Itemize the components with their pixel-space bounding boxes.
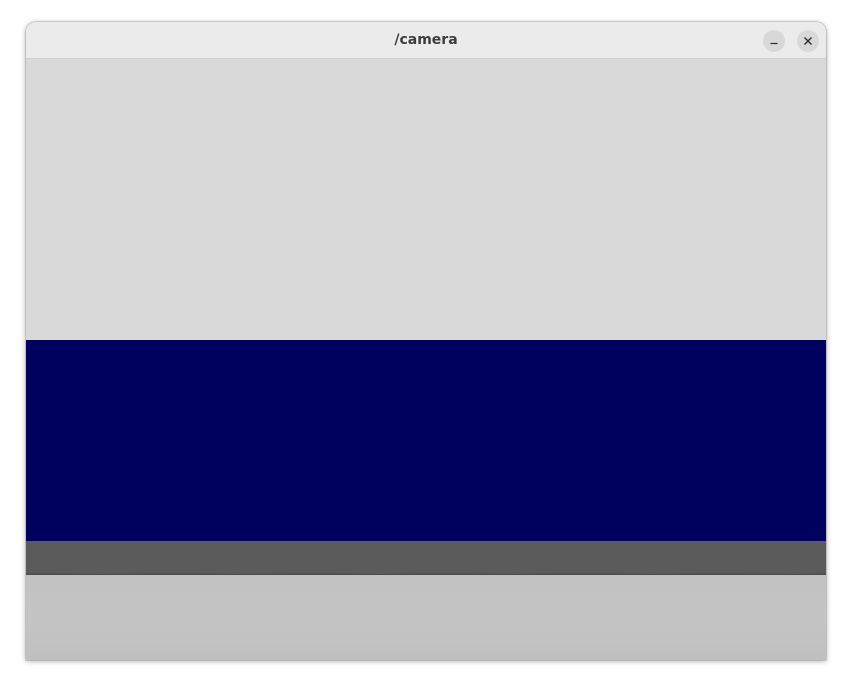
close-icon [803,36,813,46]
title-bar[interactable]: /camera [26,22,826,59]
minimize-icon [769,36,779,46]
camera-view[interactable] [26,60,826,660]
scene-floor [26,575,826,660]
scene-wall-base [26,541,826,575]
scene-wall [26,340,826,541]
scene-background [26,60,826,340]
camera-window: /camera [26,22,826,660]
window-title: /camera [394,32,458,48]
close-button[interactable] [797,30,819,52]
minimize-button[interactable] [763,30,785,52]
